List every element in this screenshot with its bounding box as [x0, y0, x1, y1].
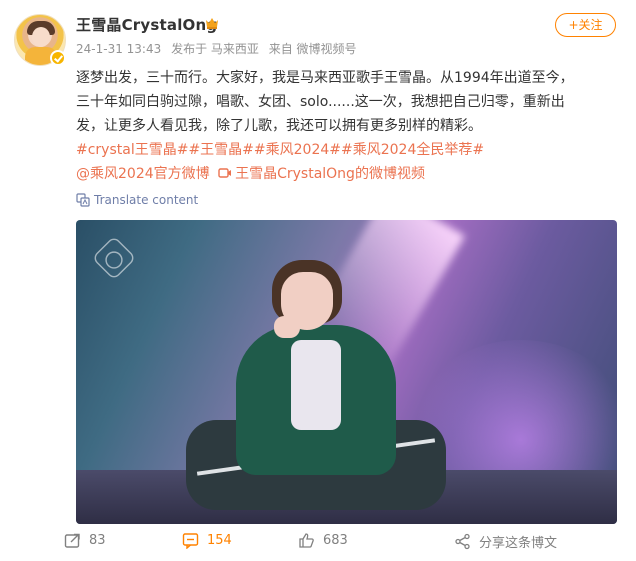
post-source: 来自 微博视频号	[268, 42, 357, 56]
comment-icon	[182, 533, 199, 549]
comment-button[interactable]: 154	[182, 532, 232, 549]
post-time[interactable]: 24-1-31 13:43	[76, 42, 161, 56]
repost-icon	[64, 533, 80, 548]
repost-button[interactable]: 83	[64, 532, 106, 549]
post-location: 发布于 马来西亚	[171, 42, 259, 56]
like-button[interactable]: 683	[298, 532, 348, 549]
post-line: 三十年如同白驹过隙，唱歌、女团、solo......这一次，我想把自己归零，重新…	[76, 94, 565, 110]
crown-icon	[206, 18, 218, 29]
topic-links[interactable]: #crystal王雪晶##王雪晶##乘风2024##乘风2024全民举荐#	[76, 142, 484, 158]
follow-button[interactable]: +关注	[555, 13, 616, 37]
post-line: 发，让更多人看见我，除了儿歌，我还可以拥有更多别样的精彩。	[76, 118, 482, 134]
action-bar: 83 154 683 分享这条博文	[60, 532, 636, 556]
video-player[interactable]	[76, 220, 617, 524]
video-icon	[218, 168, 232, 178]
post-text: 逐梦出发，三十而行。大家好，我是马来西亚歌手王雪晶。从1994年出道至今， 三十…	[76, 66, 616, 186]
share-icon	[455, 533, 470, 550]
watermark-logo	[91, 235, 137, 281]
translate-label[interactable]: Translate content	[94, 193, 198, 207]
mention-link[interactable]: @乘风2024官方微博	[76, 166, 210, 182]
comment-count: 154	[207, 533, 232, 548]
post-meta: 24-1-31 13:43 发布于 马来西亚 来自 微博视频号	[76, 40, 363, 57]
share-label: 分享这条博文	[479, 536, 558, 551]
translate-icon	[76, 193, 90, 207]
verified-badge-icon	[50, 50, 66, 66]
translate-button[interactable]: Translate content	[76, 193, 198, 207]
post-line: 逐梦出发，三十而行。大家好，我是马来西亚歌手王雪晶。从1994年出道至今，	[76, 70, 574, 86]
share-button[interactable]: 分享这条博文	[454, 532, 557, 551]
repost-count: 83	[89, 533, 106, 548]
weibo-post-card: 王雪晶CrystalOng 24-1-31 13:43 发布于 马来西亚 来自 …	[0, 0, 636, 561]
video-link[interactable]: 王雪晶CrystalOng的微博视频	[235, 166, 425, 182]
username[interactable]: 王雪晶CrystalOng	[76, 14, 217, 35]
like-count: 683	[323, 533, 348, 548]
like-icon	[299, 533, 314, 548]
